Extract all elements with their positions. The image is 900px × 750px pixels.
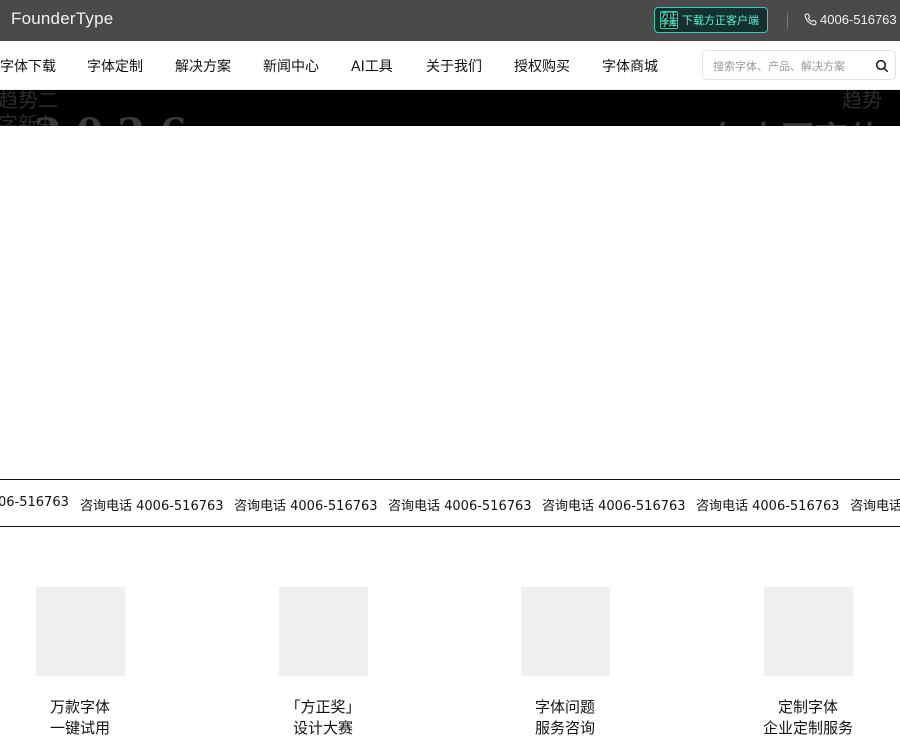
nav-item-ai-tools[interactable]: AI工具 [351,56,393,76]
nav-item-about[interactable]: 关于我们 [426,56,482,76]
main-nav: 字体下载 字体定制 解决方案 新闻中心 AI工具 关于我们 授权购买 字体商城 [0,41,900,90]
nav-item-font-custom[interactable]: 字体定制 [87,56,143,76]
service-thumbnail [278,587,368,676]
hero-text: 2026年中国字体 [618,112,883,126]
service-custom-font[interactable]: 定制字体 企业定制服务 [728,587,888,739]
hero-text: 趋势 [842,90,882,112]
marquee-item: 咨询电话 4006-516763 [388,499,532,514]
service-thumbnail [520,587,610,676]
nav-item-store[interactable]: 字体商城 [602,56,658,76]
download-client-label: 下载方正客户端 [682,14,759,27]
phone-contact[interactable]: 4006-516763 [804,12,897,27]
logo[interactable]: FounderType [11,9,113,29]
nav-item-solutions[interactable]: 解决方案 [175,56,231,76]
service-subtitle: 设计大赛 [292,719,353,737]
search-input[interactable] [713,57,863,75]
contact-marquee: 06-516763 咨询电话 4006-516763 咨询电话 4006-516… [0,479,900,527]
search-box [702,50,896,80]
service-founder-award[interactable]: 「方正奖」 设计大赛 [243,587,403,739]
service-font-support[interactable]: 字体问题 服务咨询 [485,587,645,739]
top-bar: FounderType 方正字库 下载方正客户端 4006-516763 [0,0,900,41]
service-thumbnail [763,587,853,676]
marquee-item: 咨询电话 [850,499,900,514]
service-title: 万款字体 [49,698,110,716]
nav-item-license[interactable]: 授权购买 [514,56,570,76]
marquee-item: 咨询电话 4006-516763 [542,499,686,514]
nav-item-font-download[interactable]: 字体下载 [0,56,56,76]
search-icon[interactable] [874,58,890,74]
download-client-button[interactable]: 方正字库 下载方正客户端 [654,7,768,33]
service-title: 「方正奖」 [285,698,361,716]
hero-banner[interactable]: 趋势二 字新も 2 0 2 6 2026年中国字体 趋势 [0,90,900,126]
service-subtitle: 服务咨询 [534,719,595,737]
phone-icon [804,13,817,26]
hero-text: 2 0 2 6 [34,110,187,126]
marquee-item: 咨询电话 4006-516763 [696,499,840,514]
service-thumbnail [35,587,125,676]
client-app-icon: 方正字库 [660,11,678,29]
service-subtitle: 一键试用 [49,719,110,737]
service-subtitle: 企业定制服务 [762,719,853,737]
topbar-divider [787,12,788,29]
service-title: 字体问题 [534,698,595,716]
hero-image-area [0,126,900,479]
marquee-item: 咨询电话 4006-516763 [234,499,378,514]
phone-number: 4006-516763 [820,12,897,27]
marquee-item: 06-516763 [0,495,69,510]
nav-item-news[interactable]: 新闻中心 [263,56,319,76]
marquee-item: 咨询电话 4006-516763 [80,499,224,514]
service-title: 定制字体 [777,698,838,716]
service-font-trial[interactable]: 万款字体 一键试用 [0,587,160,739]
